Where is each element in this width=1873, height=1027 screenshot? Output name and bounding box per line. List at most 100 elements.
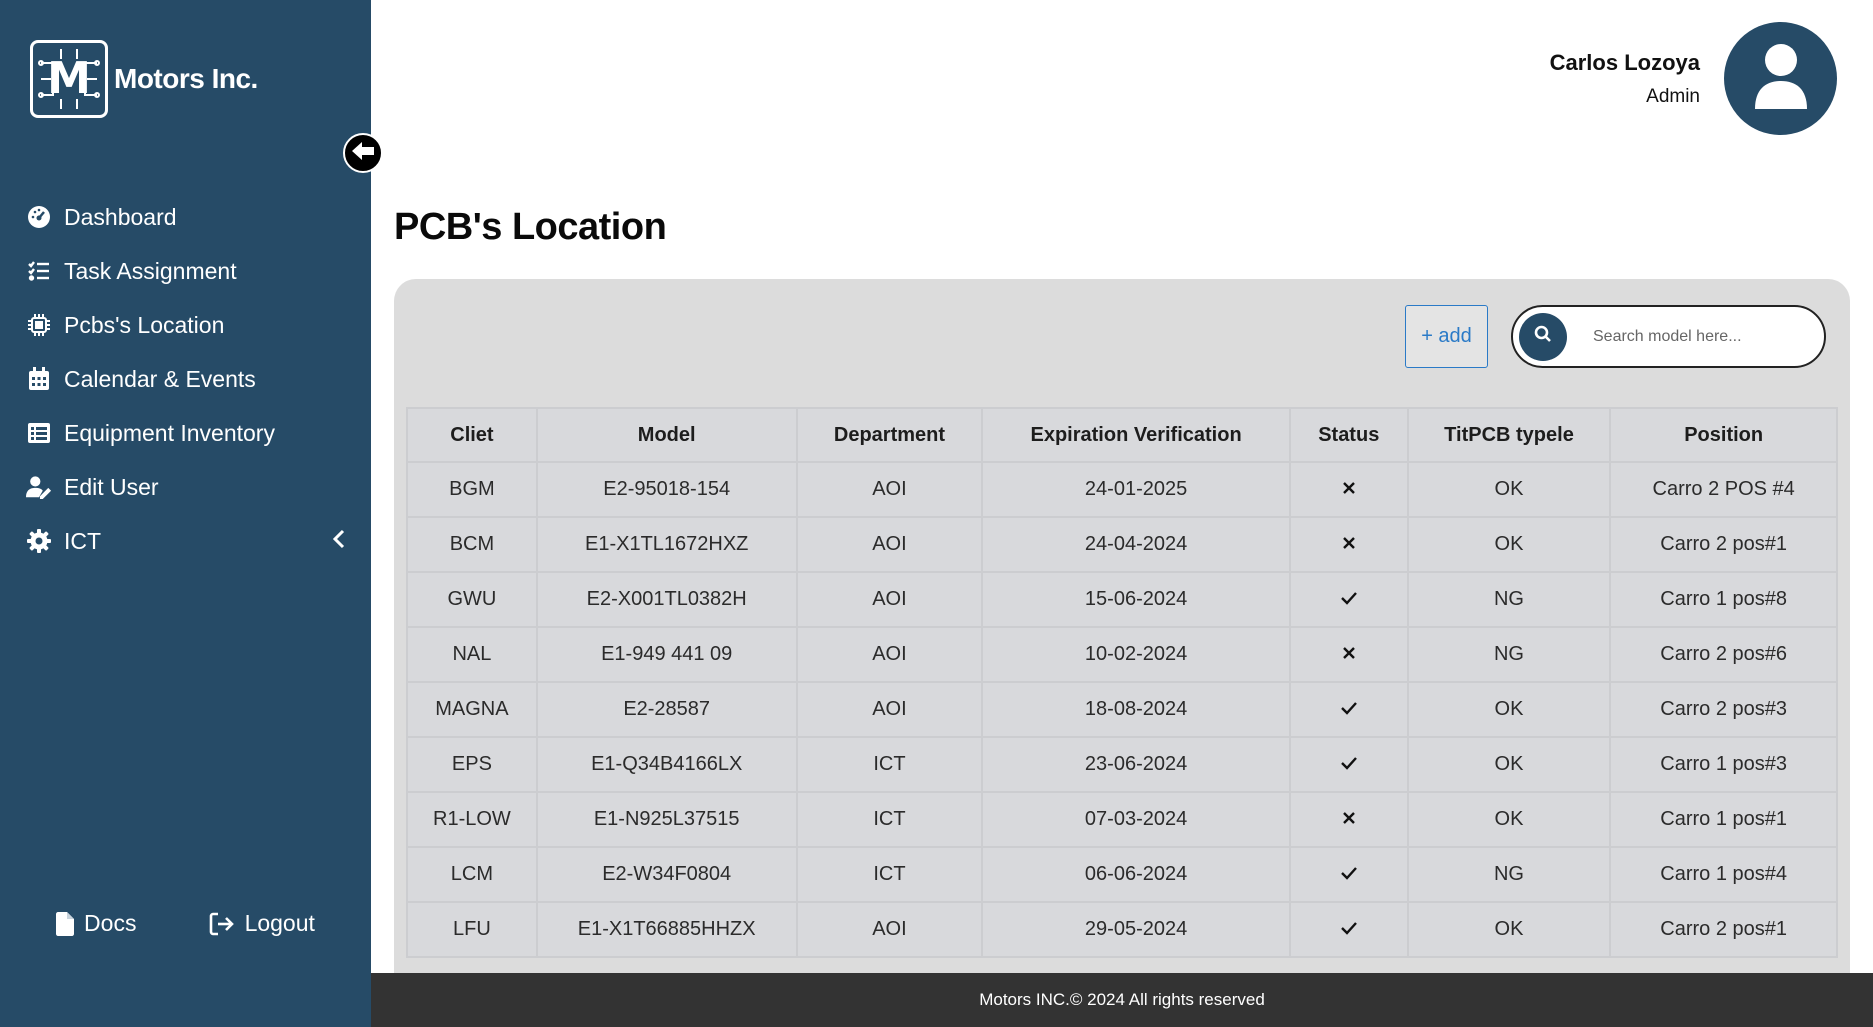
cell-position: Carro 1 pos#4 [1609, 846, 1838, 903]
table-row[interactable]: BCM E1-X1TL1672HXZ AOI 24-04-2024 OK Carro 2 … [406, 516, 1838, 573]
collapse-sidebar-button[interactable] [343, 133, 383, 173]
cell-model: E2-X001TL0382H [535, 571, 798, 628]
gear-icon [26, 528, 52, 554]
cell-type: NG [1406, 846, 1612, 903]
cell-type: OK [1406, 681, 1612, 738]
cell-type: OK [1406, 461, 1612, 518]
cell-status [1288, 626, 1409, 683]
file-icon [56, 911, 75, 936]
cell-model: E1-N925L37515 [535, 791, 798, 848]
table-list-icon [26, 420, 52, 446]
cell-model: E2-95018-154 [535, 461, 798, 518]
calendar-icon [26, 366, 52, 392]
logout-link[interactable]: Logout [209, 910, 315, 937]
sidebar-item-task-assignment[interactable]: Task Assignment [0, 244, 371, 298]
cell-expiration: 15-06-2024 [981, 571, 1291, 628]
cell-type: NG [1406, 571, 1612, 628]
cell-status [1288, 461, 1409, 518]
cell-position: Carro 1 pos#1 [1609, 791, 1838, 848]
pcb-table: Cliet Model Department Expiration Verifi… [406, 407, 1838, 958]
brand[interactable]: M Motors Inc. [30, 40, 258, 118]
arrow-left-icon [350, 140, 376, 167]
cell-client: BGM [406, 461, 538, 518]
logout-icon [209, 912, 235, 936]
cell-type: OK [1406, 901, 1612, 958]
sidebar: M Motors Inc. Dashboard Task Assignment … [0, 0, 371, 1027]
sidebar-item-label: Equipment Inventory [64, 419, 275, 446]
cell-department: AOI [795, 681, 984, 738]
cell-status [1288, 901, 1409, 958]
table-row[interactable]: BGM E2-95018-154 AOI 24-01-2025 OK Carro 2 PO… [406, 461, 1838, 518]
pcb-table-panel: + add Cliet Model Department Expiration … [394, 279, 1850, 979]
table-row[interactable]: LFU E1-X1T66885HHZX AOI 29-05-2024 OK Carro 2… [406, 901, 1838, 958]
column-header-model[interactable]: Model [535, 407, 798, 463]
cell-expiration: 23-06-2024 [981, 736, 1291, 793]
sidebar-item-label: Dashboard [64, 203, 177, 230]
chevron-left-icon[interactable] [332, 528, 345, 555]
table-row[interactable]: MAGNA E2-28587 AOI 18-08-2024 OK Carro 2 pos#… [406, 681, 1838, 738]
avatar[interactable] [1724, 22, 1837, 135]
sidebar-item-label: ICT [64, 527, 102, 554]
page-title: PCB's Location [394, 206, 667, 248]
cell-model: E1-Q34B4166LX [535, 736, 798, 793]
cell-expiration: 10-02-2024 [981, 626, 1291, 683]
column-header-client[interactable]: Cliet [406, 407, 538, 463]
cell-department: ICT [795, 846, 984, 903]
column-header-type[interactable]: TitPCB typele [1406, 407, 1612, 463]
search-button[interactable] [1519, 312, 1567, 361]
column-header-position[interactable]: Position [1609, 407, 1838, 463]
user-pen-icon [26, 474, 52, 500]
logo-letter: M [47, 53, 91, 104]
cell-position: Carro 1 pos#3 [1609, 736, 1838, 793]
column-header-expiration[interactable]: Expiration Verification [981, 407, 1291, 463]
cell-expiration: 24-04-2024 [981, 516, 1291, 573]
user-profile[interactable]: Carlos Lozoya Admin [1550, 22, 1837, 135]
cell-client: EPS [406, 736, 538, 793]
table-row[interactable]: EPS E1-Q34B4166LX ICT 23-06-2024 OK Carro 1 p… [406, 736, 1838, 793]
check-icon [1340, 588, 1358, 610]
circuit-logo-icon: M [30, 40, 108, 118]
brand-name: Motors Inc. [114, 63, 258, 94]
cell-client: MAGNA [406, 681, 538, 738]
docs-label: Docs [84, 910, 137, 936]
cell-department: AOI [795, 626, 984, 683]
sidebar-item-pcbs-location[interactable]: Pcbs's Location [0, 298, 371, 352]
cell-type: NG [1406, 626, 1612, 683]
sidebar-item-ict[interactable]: ICT [0, 514, 371, 568]
cell-model: E2-28587 [535, 681, 798, 738]
cell-model: E1-X1TL1672HXZ [535, 516, 798, 573]
cell-position: Carro 2 pos#1 [1609, 901, 1838, 958]
cell-client: GWU [406, 571, 538, 628]
cell-model: E2-W34F0804 [535, 846, 798, 903]
cell-type: OK [1406, 791, 1612, 848]
table-row[interactable]: LCM E2-W34F0804 ICT 06-06-2024 NG Carro 1 pos… [406, 846, 1838, 903]
cell-department: AOI [795, 571, 984, 628]
cell-position: Carro 2 pos#1 [1609, 516, 1838, 573]
table-row[interactable]: GWU E2-X001TL0382H AOI 15-06-2024 NG Carro 1 … [406, 571, 1838, 628]
sidebar-item-dashboard[interactable]: Dashboard [0, 190, 371, 244]
add-button[interactable]: + add [1405, 305, 1488, 368]
cell-expiration: 18-08-2024 [981, 681, 1291, 738]
cell-type: OK [1406, 736, 1612, 793]
docs-link[interactable]: Docs [56, 910, 136, 937]
check-icon [1340, 753, 1358, 775]
check-icon [1340, 863, 1358, 885]
sidebar-item-edit-user[interactable]: Edit User [0, 460, 371, 514]
column-header-status[interactable]: Status [1288, 407, 1409, 463]
cell-position: Carro 2 pos#3 [1609, 681, 1838, 738]
search-input[interactable] [1593, 327, 1813, 346]
sidebar-item-calendar-events[interactable]: Calendar & Events [0, 352, 371, 406]
sidebar-item-equipment-inventory[interactable]: Equipment Inventory [0, 406, 371, 460]
sidebar-footer-links: Docs Logout [0, 910, 371, 937]
cell-status [1288, 791, 1409, 848]
cell-client: LFU [406, 901, 538, 958]
cell-expiration: 06-06-2024 [981, 846, 1291, 903]
table-row[interactable]: NAL E1-949 441 09 AOI 10-02-2024 NG Carro 2 p… [406, 626, 1838, 683]
table-row[interactable]: R1-LOW E1-N925L37515 ICT 07-03-2024 OK Carro … [406, 791, 1838, 848]
cell-position: Carro 2 pos#6 [1609, 626, 1838, 683]
sidebar-item-label: Calendar & Events [64, 365, 256, 392]
cell-department: AOI [795, 461, 984, 518]
user-info: Carlos Lozoya Admin [1550, 50, 1700, 108]
cell-client: LCM [406, 846, 538, 903]
column-header-department[interactable]: Department [795, 407, 984, 463]
